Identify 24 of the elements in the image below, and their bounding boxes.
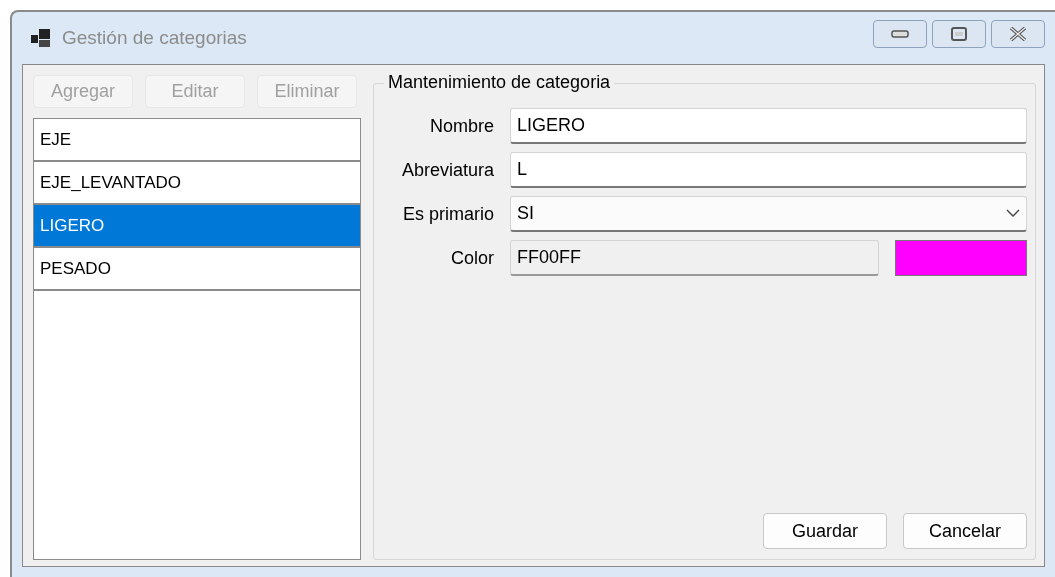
field-label: Es primario	[401, 203, 494, 225]
list-item[interactable]: LIGERO	[34, 205, 360, 248]
app-icon	[30, 27, 52, 49]
group-title: Mantenimiento de categoria	[384, 72, 615, 93]
minimize-icon	[891, 30, 909, 38]
maximize-icon	[951, 27, 967, 41]
action-button[interactable]: Cancelar	[903, 513, 1027, 549]
field-label: Abreviatura	[400, 159, 494, 181]
maximize-button[interactable]	[932, 20, 986, 48]
window-title: Gestión de categorias	[62, 27, 248, 49]
text-field[interactable]: FF00FF	[510, 240, 879, 276]
field-label: Nombre	[428, 115, 494, 137]
text-field[interactable]: L	[510, 152, 1027, 188]
field-label: Color	[450, 247, 494, 269]
color-swatch[interactable]	[895, 240, 1027, 276]
action-button[interactable]: Guardar	[763, 513, 887, 549]
dropdown[interactable]: SI	[510, 196, 1027, 232]
minimize-button[interactable]	[873, 20, 927, 48]
close-icon	[1009, 27, 1027, 41]
text-field[interactable]: LIGERO	[510, 108, 1027, 144]
close-button[interactable]	[991, 20, 1045, 48]
list-item[interactable]: PESADO	[34, 248, 360, 291]
chevron-down-icon	[1006, 209, 1020, 218]
list-item[interactable]: EJE	[34, 119, 360, 162]
